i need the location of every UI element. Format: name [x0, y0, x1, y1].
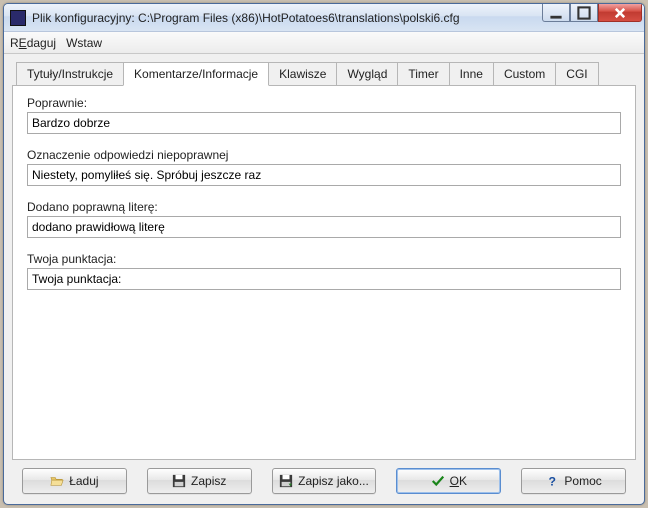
field-correct: Poprawnie: — [27, 96, 621, 134]
question-icon: ? — [545, 474, 559, 488]
content-area: Tytuły/Instrukcje Komentarze/Informacje … — [4, 54, 644, 504]
tab-look[interactable]: Wygląd — [336, 62, 398, 85]
tabpanel-comments: Poprawnie: Oznaczenie odpowiedzi niepopr… — [12, 86, 636, 460]
window: Plik konfiguracyjny: C:\Program Files (x… — [3, 3, 645, 505]
input-added-letter[interactable] — [27, 216, 621, 238]
saveas-button[interactable]: Zapisz jako... — [272, 468, 377, 494]
help-button[interactable]: ? Pomoc — [521, 468, 626, 494]
menu-edit-rest: daguj — [27, 36, 56, 50]
input-incorrect[interactable] — [27, 164, 621, 186]
field-incorrect: Oznaczenie odpowiedzi niepoprawnej — [27, 148, 621, 186]
load-button[interactable]: Ładuj — [22, 468, 127, 494]
ok-rest: K — [459, 474, 467, 488]
save-button-label: Zapisz — [191, 474, 226, 488]
maximize-button[interactable] — [570, 4, 598, 22]
app-icon — [10, 10, 26, 26]
tab-cgi[interactable]: CGI — [555, 62, 598, 85]
menu-edit[interactable]: REdaguj — [10, 36, 56, 50]
menu-edit-mnemonic: E — [19, 36, 27, 50]
minimize-button[interactable] — [542, 4, 570, 22]
load-button-label: Ładuj — [69, 474, 98, 488]
tab-other[interactable]: Inne — [449, 62, 494, 85]
label-score: Twoja punktacja: — [27, 252, 621, 266]
ok-button-label: OK — [450, 474, 467, 488]
check-icon — [431, 474, 445, 488]
ok-mnemonic: O — [450, 474, 459, 488]
floppy-icon — [172, 474, 186, 488]
saveas-button-label: Zapisz jako... — [298, 474, 369, 488]
minimize-icon — [549, 6, 563, 20]
tab-custom[interactable]: Custom — [493, 62, 556, 85]
close-icon — [613, 6, 627, 20]
maximize-icon — [577, 6, 591, 20]
folder-open-icon — [50, 474, 64, 488]
help-button-label: Pomoc — [564, 474, 601, 488]
input-correct[interactable] — [27, 112, 621, 134]
button-row: Ładuj Zapisz Zapisz jako... — [12, 460, 636, 496]
titlebar: Plik konfiguracyjny: C:\Program Files (x… — [4, 4, 644, 32]
save-button[interactable]: Zapisz — [147, 468, 252, 494]
input-score[interactable] — [27, 268, 621, 290]
label-correct: Poprawnie: — [27, 96, 621, 110]
floppy-arrow-icon — [279, 474, 293, 488]
tab-titles[interactable]: Tytuły/Instrukcje — [16, 62, 124, 85]
menu-insert[interactable]: Wstaw — [66, 36, 102, 50]
tab-timer[interactable]: Timer — [397, 62, 449, 85]
label-incorrect: Oznaczenie odpowiedzi niepoprawnej — [27, 148, 621, 162]
label-added-letter: Dodano poprawną literę: — [27, 200, 621, 214]
menubar: REdaguj Wstaw — [4, 32, 644, 54]
tab-keys[interactable]: Klawisze — [268, 62, 337, 85]
tabstrip: Tytuły/Instrukcje Komentarze/Informacje … — [12, 60, 636, 86]
window-buttons — [542, 4, 642, 22]
tab-comments[interactable]: Komentarze/Informacje — [123, 62, 269, 86]
field-score: Twoja punktacja: — [27, 252, 621, 290]
menu-edit-prefix: R — [10, 36, 19, 50]
svg-text:?: ? — [549, 474, 556, 488]
close-button[interactable] — [598, 4, 642, 22]
ok-button[interactable]: OK — [396, 468, 501, 494]
window-title: Plik konfiguracyjny: C:\Program Files (x… — [32, 11, 460, 25]
field-added-letter: Dodano poprawną literę: — [27, 200, 621, 238]
